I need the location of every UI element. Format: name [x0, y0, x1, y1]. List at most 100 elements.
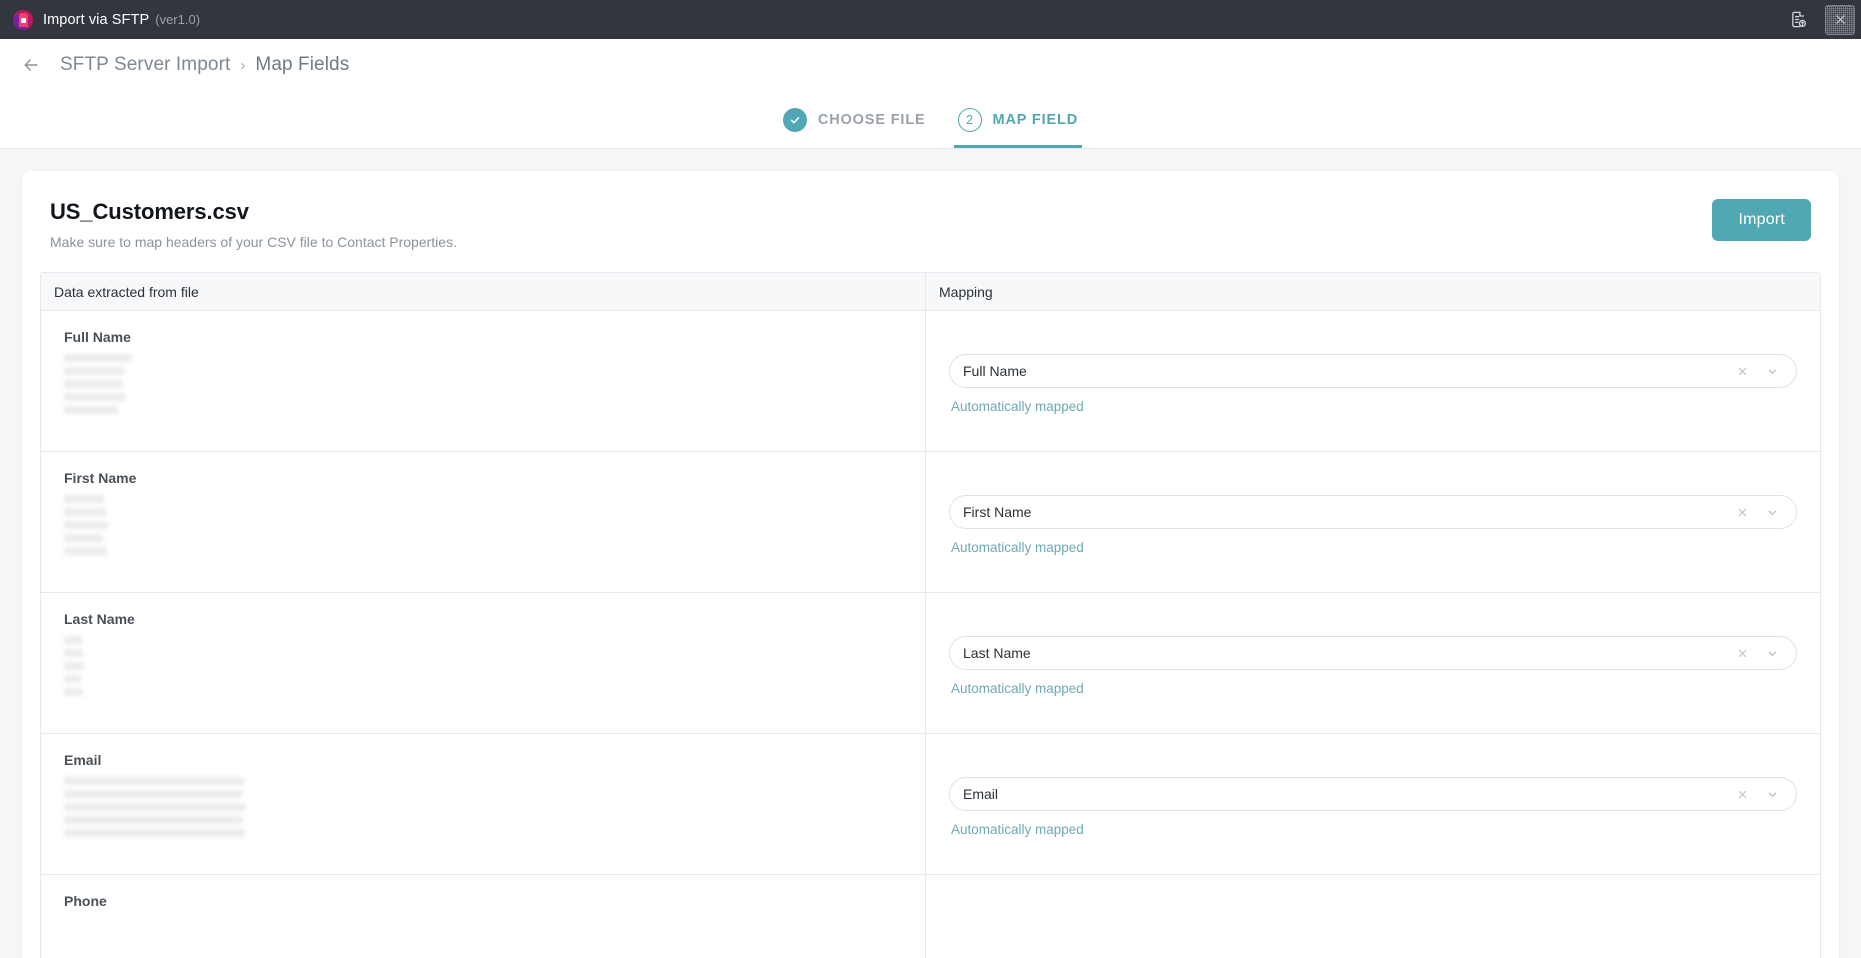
mapping-cell: Full Name Automatically mapped: [926, 311, 1820, 451]
preview-line: [64, 380, 122, 388]
app-version: (ver1.0): [155, 12, 201, 27]
mapping-select-wrapper: Full Name: [949, 354, 1797, 388]
mapping-card: US_Customers.csv Make sure to map header…: [22, 171, 1839, 958]
step-map-field[interactable]: 2 MAP FIELD: [953, 91, 1083, 148]
source-column-cell: Last Name: [41, 593, 926, 733]
app-title: Import via SFTP: [43, 11, 150, 28]
preview-line: [64, 649, 83, 657]
clear-x-icon[interactable]: [1732, 784, 1752, 804]
table-body: Full Name Full Name Automatically mapped Fi…: [41, 311, 1820, 958]
clear-x-icon[interactable]: [1732, 643, 1752, 663]
table-row: Email Email Automatically mapped: [41, 734, 1820, 875]
preview-line: [64, 688, 83, 696]
clear-x-icon[interactable]: [1732, 361, 1752, 381]
mapping-select[interactable]: Email: [949, 777, 1797, 811]
step-choose-file[interactable]: CHOOSE FILE: [779, 91, 930, 148]
preview-line: [64, 790, 242, 798]
chevron-down-icon[interactable]: [1762, 643, 1782, 663]
page-subtitle: Make sure to map headers of your CSV fil…: [50, 234, 457, 250]
preview-line: [64, 816, 243, 824]
preview-line: [64, 777, 244, 785]
source-column-name: Phone: [64, 893, 107, 909]
preview-line: [64, 393, 126, 401]
breadcrumb-root[interactable]: SFTP Server Import: [60, 54, 230, 76]
table-row: First Name First Name Automatically mapped: [41, 452, 1820, 593]
card-header-text: US_Customers.csv Make sure to map header…: [50, 199, 457, 250]
step-map-field-label: MAP FIELD: [992, 111, 1079, 128]
import-button[interactable]: Import: [1712, 199, 1811, 241]
close-icon[interactable]: [1825, 4, 1855, 35]
chevron-down-icon[interactable]: [1762, 784, 1782, 804]
page-title: US_Customers.csv: [50, 199, 249, 224]
document-help-icon[interactable]: [1783, 5, 1813, 35]
auto-mapped-note: Automatically mapped: [951, 540, 1084, 555]
preview-line: [64, 521, 108, 529]
preview-line: [64, 354, 132, 362]
mapping-cell: First Name Automatically mapped: [926, 452, 1820, 592]
mapping-select-value: First Name: [963, 504, 1032, 520]
chevron-down-icon[interactable]: [1762, 502, 1782, 522]
mapping-select[interactable]: Last Name: [949, 636, 1797, 670]
card-header: US_Customers.csv Make sure to map header…: [22, 171, 1839, 272]
table-row: Full Name Full Name Automatically mapped: [41, 311, 1820, 452]
table-row: Last Name Last Name Automatically mapped: [41, 593, 1820, 734]
preview-line: [64, 675, 81, 683]
source-column-name: First Name: [64, 470, 137, 486]
breadcrumb-current: Map Fields: [255, 54, 350, 75]
source-column-cell: First Name: [41, 452, 926, 592]
mapping-cell: Email Automatically mapped: [926, 734, 1820, 874]
source-column-cell: Phone: [41, 875, 926, 958]
source-column-name: Full Name: [64, 329, 131, 345]
import-stepper: CHOOSE FILE 2 MAP FIELD: [0, 91, 1861, 149]
chevron-down-icon[interactable]: [1762, 361, 1782, 381]
auto-mapped-note: Automatically mapped: [951, 822, 1084, 837]
breadcrumb: SFTP Server Import › Map Fields: [60, 54, 349, 76]
data-preview-redacted: [64, 636, 912, 696]
breadcrumb-bar: SFTP Server Import › Map Fields: [0, 39, 1861, 91]
step-number-badge: 2: [957, 107, 982, 132]
preview-line: [64, 406, 118, 414]
mapping-select-wrapper: Email: [949, 777, 1797, 811]
mapping-select[interactable]: First Name: [949, 495, 1797, 529]
preview-line: [64, 508, 106, 516]
mapping-select[interactable]: Full Name: [949, 354, 1797, 388]
mapping-select-value: Email: [963, 786, 999, 802]
preview-line: [64, 803, 246, 811]
source-column-cell: Email: [41, 734, 926, 874]
source-column-name: Email: [64, 752, 102, 768]
preview-line: [64, 495, 104, 503]
preview-line: [64, 534, 103, 542]
step-choose-file-label: CHOOSE FILE: [817, 111, 926, 128]
data-preview-redacted: [64, 777, 912, 837]
source-column-name: Last Name: [64, 611, 135, 627]
titlebar-actions: [1783, 0, 1855, 39]
auto-mapped-note: Automatically mapped: [951, 399, 1084, 414]
page-body: US_Customers.csv Make sure to map header…: [0, 149, 1861, 958]
clear-x-icon[interactable]: [1732, 502, 1752, 522]
mapping-cell: [926, 875, 1820, 958]
step-check-icon: [782, 107, 807, 132]
mapping-select-value: Full Name: [963, 363, 1027, 379]
data-preview-redacted: [64, 354, 912, 414]
preview-line: [64, 829, 245, 837]
breadcrumb-separator-icon: ›: [240, 56, 246, 74]
arrow-left-icon[interactable]: [16, 50, 46, 80]
source-column-cell: Full Name: [41, 311, 926, 451]
column-header-data-extracted: Data extracted from file: [41, 273, 926, 310]
window-titlebar: Import via SFTP (ver1.0): [0, 0, 1861, 39]
table-header-row: Data extracted from file Mapping: [41, 273, 1820, 311]
mapping-cell: Last Name Automatically mapped: [926, 593, 1820, 733]
preview-line: [64, 636, 82, 644]
preview-line: [64, 367, 124, 375]
mapping-select-wrapper: Last Name: [949, 636, 1797, 670]
mapping-select-value: Last Name: [963, 645, 1031, 661]
mapping-select-wrapper: First Name: [949, 495, 1797, 529]
column-header-mapping: Mapping: [939, 283, 993, 300]
data-preview-redacted: [64, 495, 912, 555]
auto-mapped-note: Automatically mapped: [951, 681, 1084, 696]
table-row: Phone: [41, 875, 1820, 958]
mapping-table: Data extracted from file Mapping Full Na…: [40, 272, 1821, 958]
preview-line: [64, 662, 84, 670]
sftp-app-logo-icon: [13, 9, 33, 30]
preview-line: [64, 547, 107, 555]
